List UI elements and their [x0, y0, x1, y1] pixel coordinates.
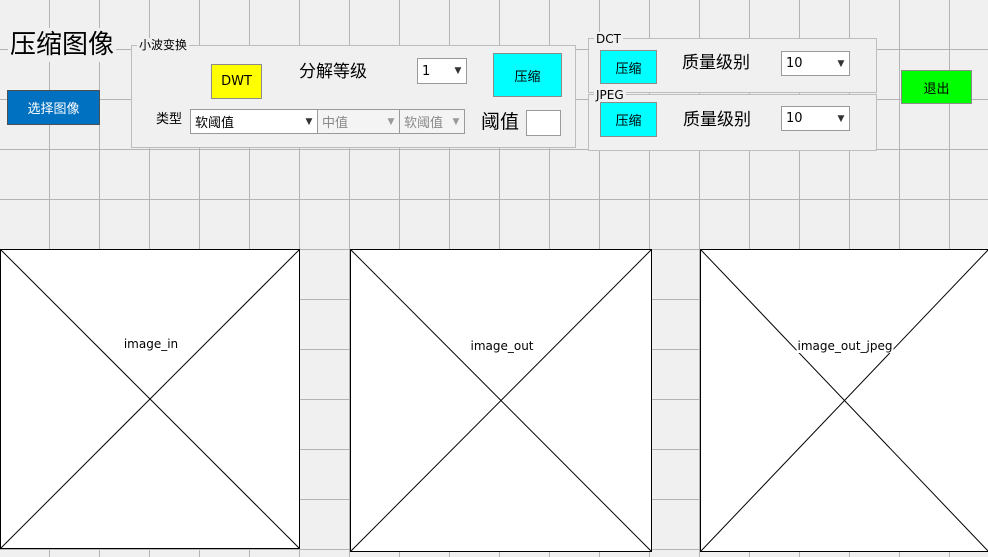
wavelet-compress-button[interactable]: 压缩 — [493, 53, 562, 97]
image-out-axes[interactable]: image_out — [350, 249, 652, 552]
wavelet-compress-button-label: 压缩 — [514, 69, 541, 85]
image-in-axes[interactable]: image_in — [0, 249, 300, 549]
jpeg-quality-value: 10 — [786, 111, 803, 126]
decomposition-level-label: 分解等级 — [299, 61, 367, 83]
select-image-button-label: 选择图像 — [27, 102, 80, 117]
decomposition-level-value: 1 — [422, 63, 431, 79]
decomposition-level-select[interactable]: 1 ▼ — [417, 58, 467, 84]
dct-panel-legend: DCT — [594, 32, 623, 46]
placeholder-cross-icon — [351, 250, 651, 551]
filter-select[interactable]: 中值 ▼ — [317, 109, 400, 134]
dct-quality-label: 质量级别 — [682, 52, 750, 74]
select-image-button[interactable]: 选择图像 — [7, 90, 100, 125]
jpeg-quality-select[interactable]: 10 ▼ — [781, 106, 850, 131]
exit-button-label: 退出 — [923, 81, 950, 97]
jpeg-compress-button-label: 压缩 — [615, 114, 642, 129]
filter-value: 中值 — [322, 116, 349, 131]
app-title: 压缩图像 — [8, 28, 117, 62]
chevron-down-icon: ▼ — [837, 58, 845, 69]
image-out-jpeg-label: image_out_jpeg — [796, 339, 894, 353]
placeholder-cross-icon — [1, 250, 299, 548]
type-label: 类型 — [156, 111, 183, 129]
exit-button[interactable]: 退出 — [901, 70, 972, 104]
wavelet-panel-legend: 小波变换 — [137, 38, 190, 52]
jpeg-panel-legend: JPEG — [594, 88, 626, 102]
dct-compress-button[interactable]: 压缩 — [600, 50, 657, 84]
chevron-down-icon: ▼ — [305, 116, 313, 127]
threshold-input[interactable] — [526, 110, 561, 136]
placeholder-cross-icon — [701, 250, 988, 551]
threshold-label: 阈值 — [481, 111, 520, 133]
chevron-down-icon: ▼ — [454, 66, 462, 76]
dct-compress-button-label: 压缩 — [615, 61, 642, 77]
jpeg-compress-button[interactable]: 压缩 — [600, 102, 657, 137]
chevron-down-icon: ▼ — [452, 116, 460, 127]
image-out-label: image_out — [469, 339, 535, 353]
dct-quality-value: 10 — [786, 56, 803, 71]
threshold-type-select[interactable]: 软阈值 ▼ — [190, 109, 318, 134]
dwt-button[interactable]: DWT — [211, 64, 262, 99]
image-out-jpeg-axes[interactable]: image_out_jpeg — [700, 249, 988, 552]
image-in-label: image_in — [122, 337, 180, 351]
chevron-down-icon: ▼ — [837, 113, 845, 124]
threshold-type-value: 软阈值 — [195, 116, 235, 131]
chevron-down-icon: ▼ — [387, 116, 395, 127]
threshold-mode-value: 软阈值 — [404, 116, 444, 131]
dct-quality-select[interactable]: 10 ▼ — [781, 51, 850, 76]
threshold-mode-select[interactable]: 软阈值 ▼ — [399, 109, 465, 134]
dwt-button-label: DWT — [221, 74, 252, 89]
jpeg-quality-label: 质量级别 — [683, 109, 751, 131]
